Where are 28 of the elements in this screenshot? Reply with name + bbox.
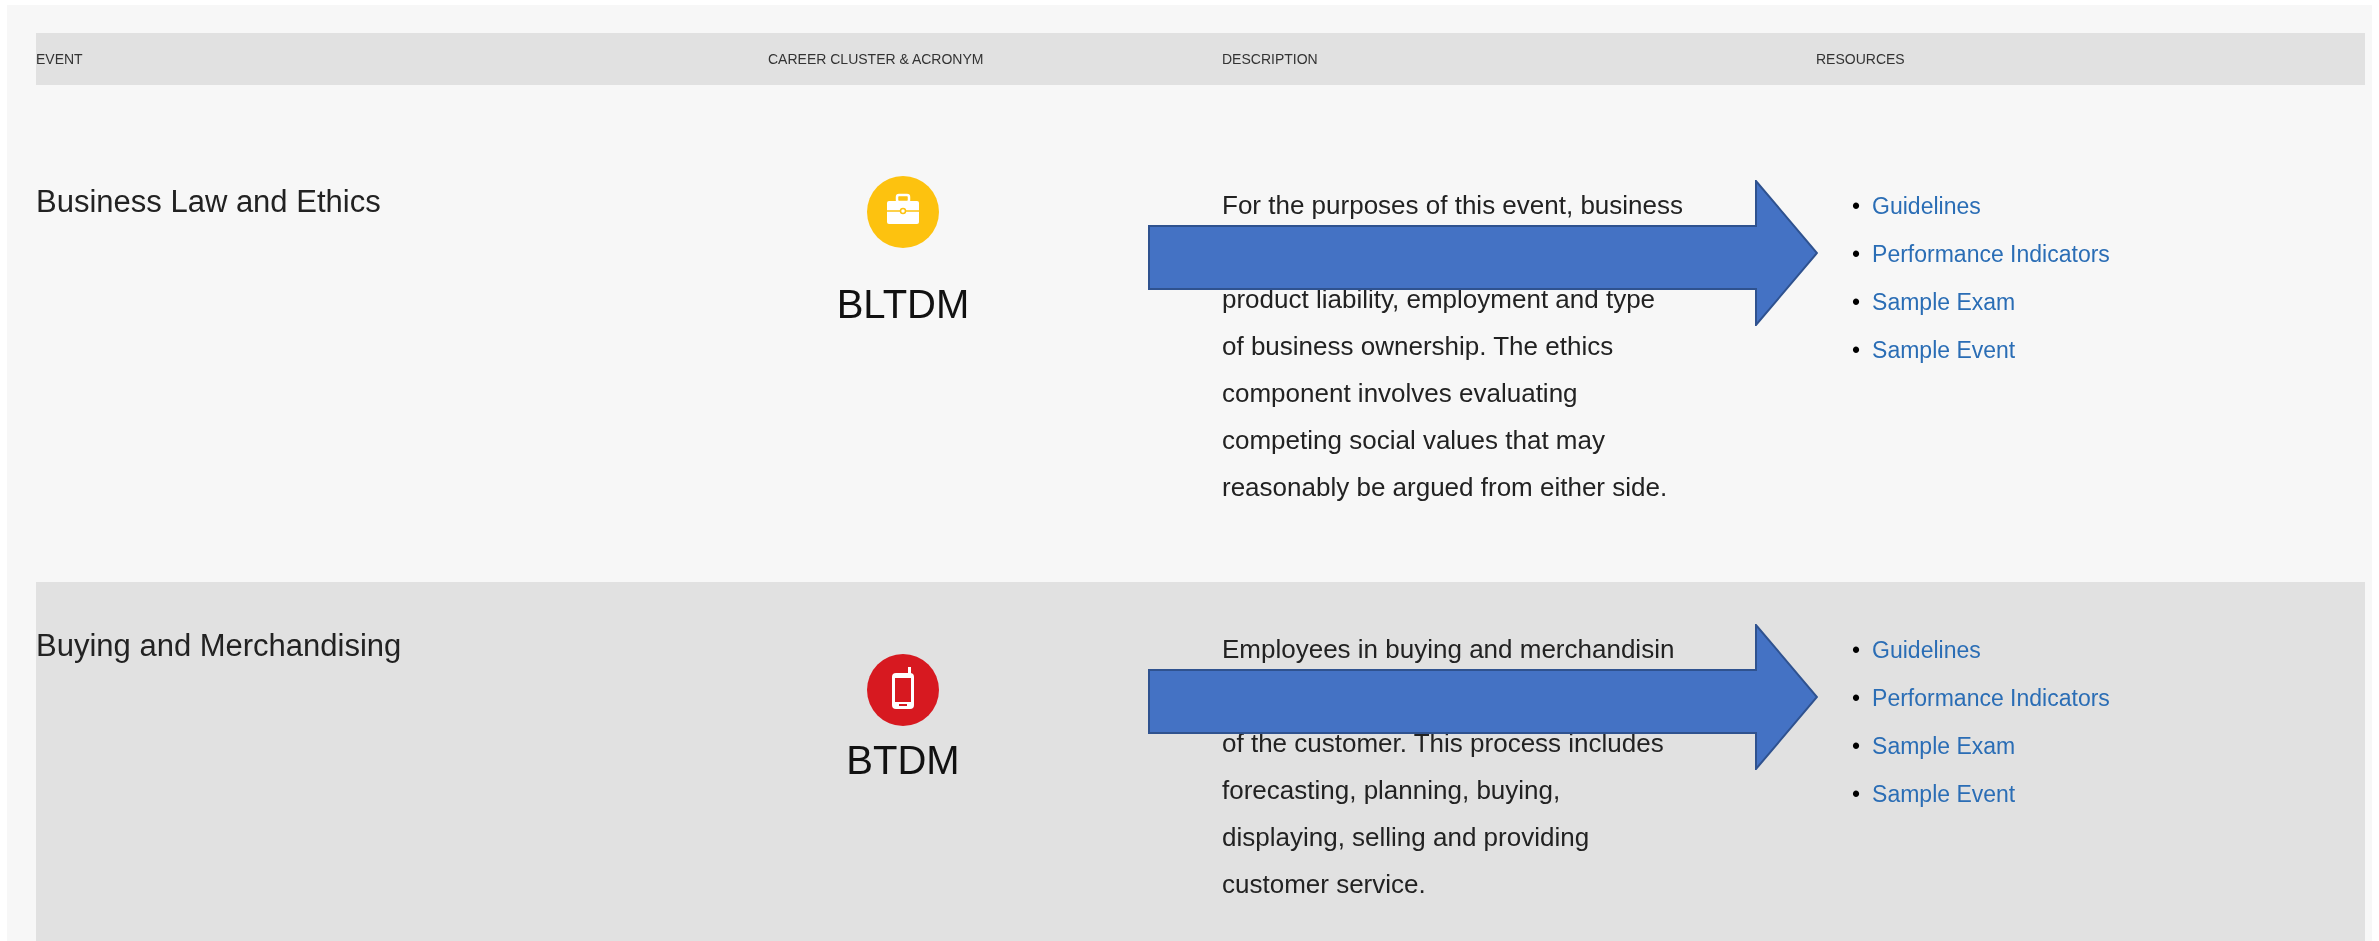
acronym: BTDM	[846, 738, 960, 783]
description-text: For the purposes of this event, business	[1222, 189, 1685, 222]
resource-link[interactable]: Performance Indicators	[1872, 230, 2110, 278]
resource-link[interactable]: Sample Exam	[1872, 722, 2016, 770]
bullet: •	[1852, 336, 1861, 365]
bullet: •	[1852, 192, 1861, 221]
resource-link[interactable]: Sample Event	[1872, 326, 2016, 374]
description-text: product liability, employment and type of business ownership. The ethics component involves evaluating competing social values that may reasonably be argued from either side.	[1222, 283, 1669, 504]
column-header: CAREER CLUSTER & ACRONYM	[768, 51, 985, 67]
bullet: •	[1852, 732, 1861, 761]
resource-link[interactable]: Sample Exam	[1872, 278, 2016, 326]
column-header: RESOURCES	[1816, 51, 1906, 67]
column-header: EVENT	[36, 51, 84, 67]
resource-link[interactable]: Guidelines	[1872, 626, 1981, 674]
resource-link[interactable]: Performance Indicators	[1872, 674, 2110, 722]
bullet: •	[1852, 240, 1861, 269]
acronym: BLTDM	[836, 282, 970, 327]
resource-link[interactable]: Guidelines	[1872, 182, 1981, 230]
bullet: •	[1852, 684, 1861, 713]
bullet: •	[1852, 636, 1861, 665]
event-name: Business Law and Ethics	[36, 183, 382, 221]
resource-link[interactable]: Sample Event	[1872, 770, 2016, 818]
bullet: •	[1852, 780, 1861, 809]
description-text: of the customer. This process includes forecasting, planning, buying, displaying, selling and providing customer service.	[1222, 727, 1665, 901]
bullet: •	[1852, 288, 1861, 317]
description-text: Employees in buying and merchandisin	[1222, 633, 1676, 666]
event-name: Buying and Merchandising	[36, 627, 403, 665]
column-header: DESCRIPTION	[1222, 51, 1319, 67]
